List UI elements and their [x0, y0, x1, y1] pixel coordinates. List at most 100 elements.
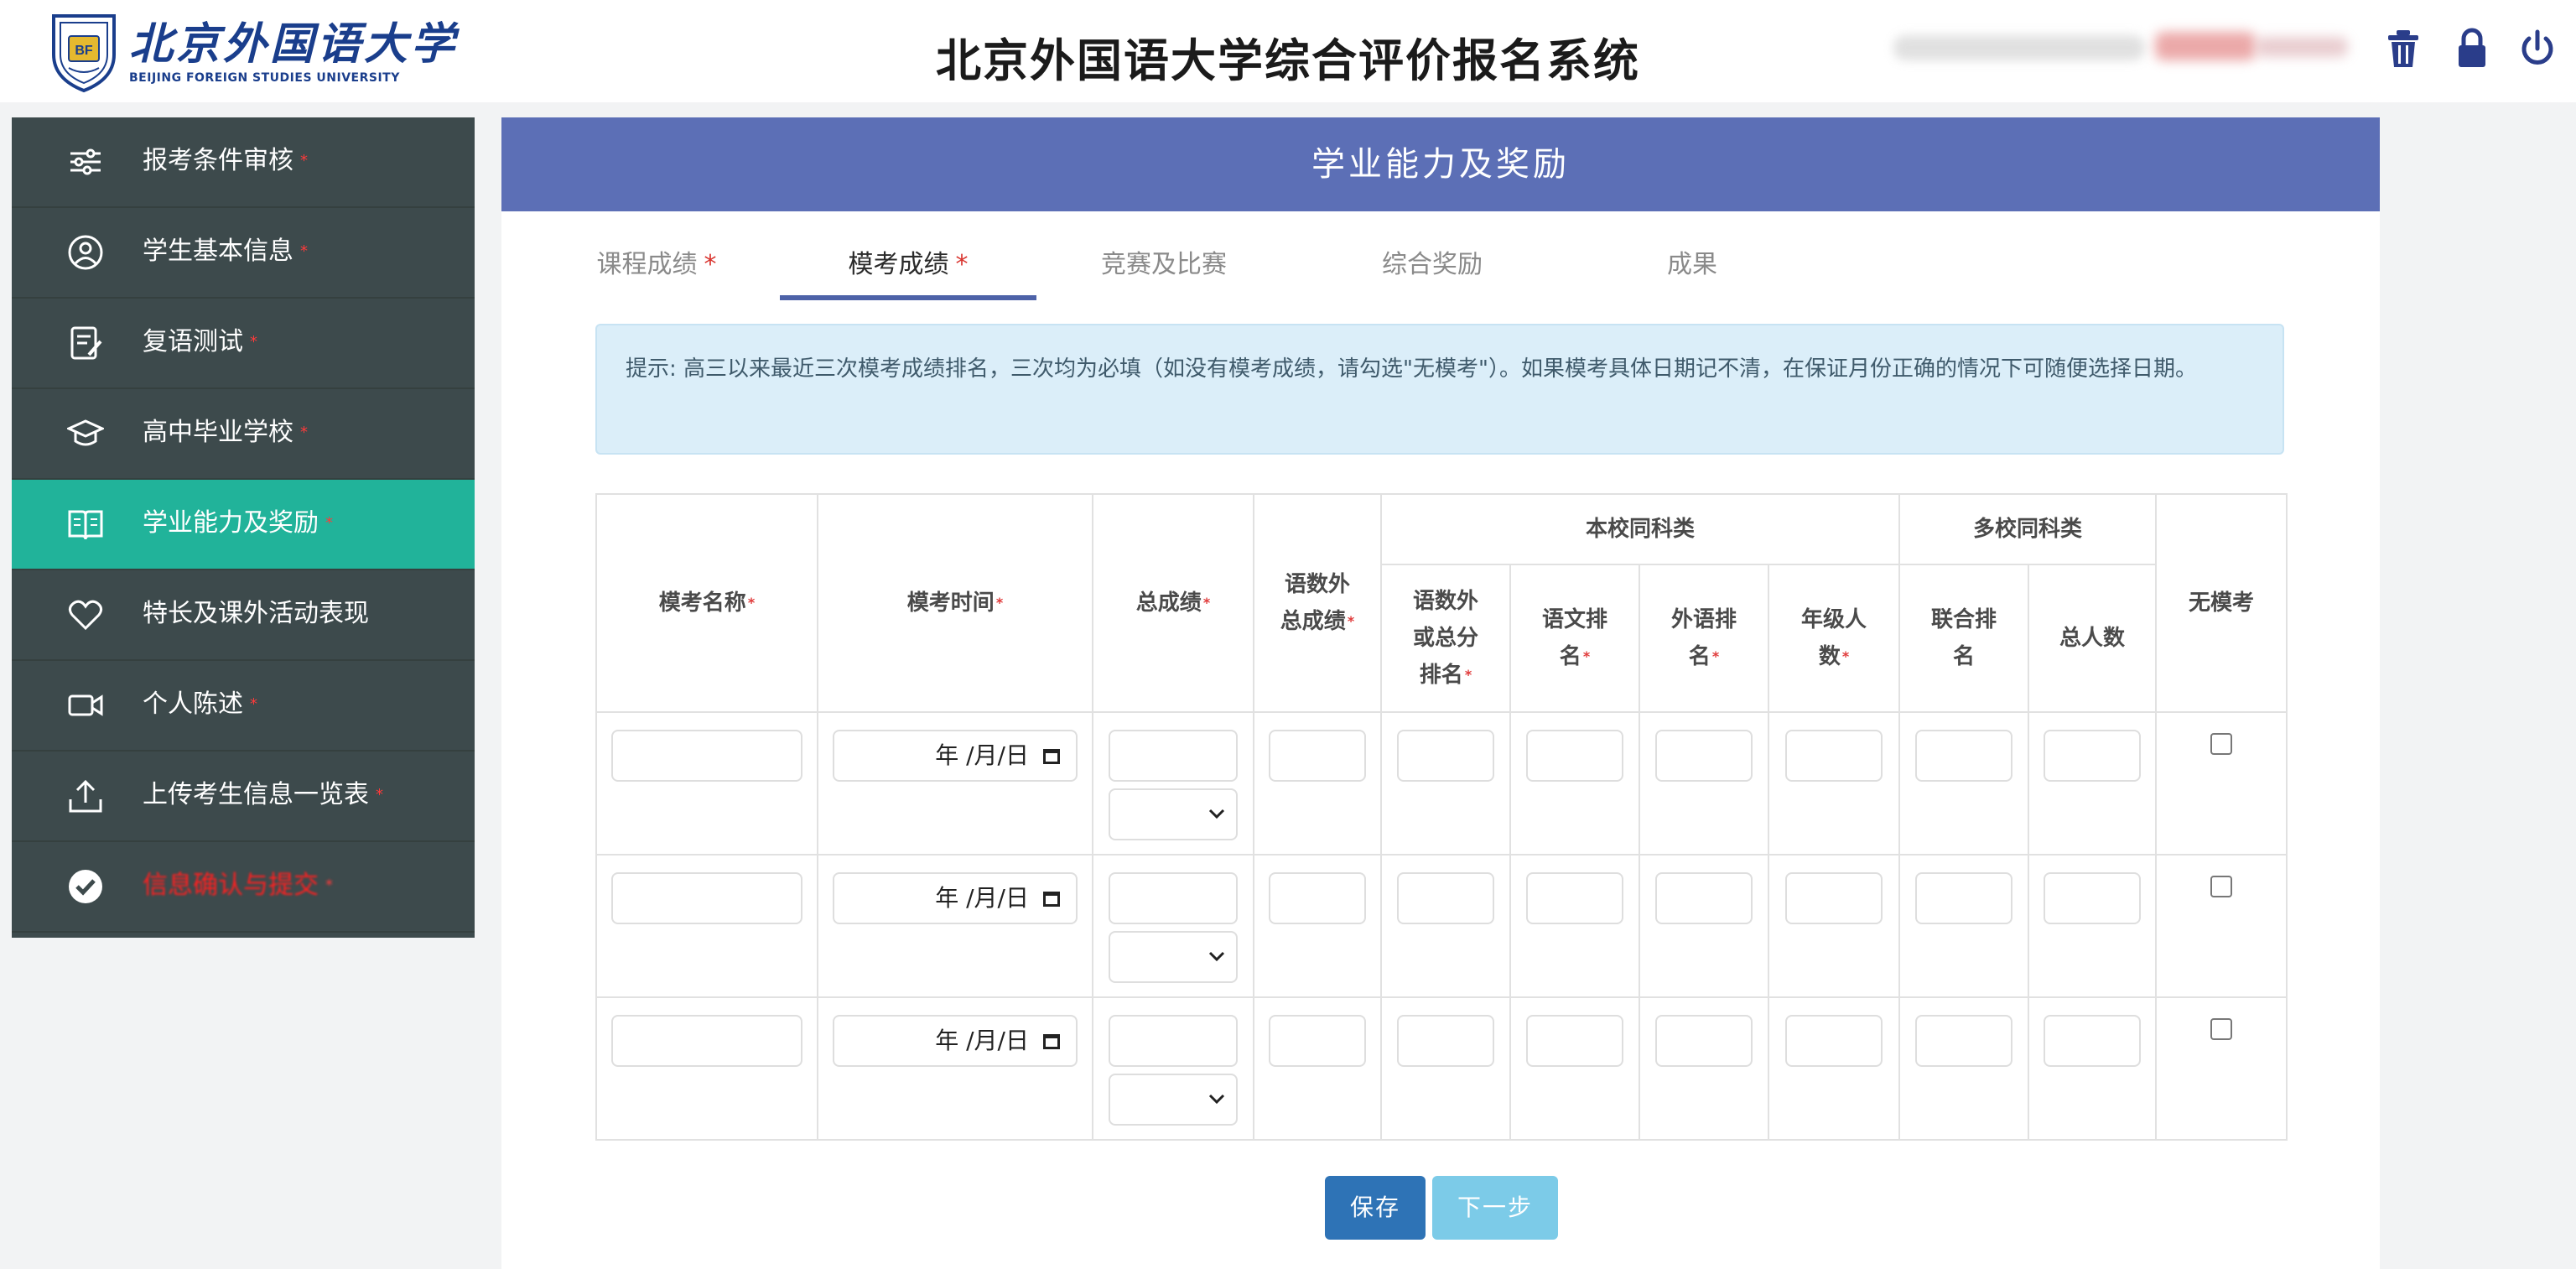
- chinese-rank-input[interactable]: [1526, 730, 1623, 782]
- local-rank-input[interactable]: [1397, 730, 1494, 782]
- no-exam-checkbox[interactable]: [2210, 733, 2233, 755]
- video-icon: [68, 694, 103, 716]
- sidebar-item-label: 高中毕业学校: [143, 418, 293, 447]
- redacted-user-info: [2155, 32, 2256, 60]
- header-local-rank: 语数外 或总分 排名 *: [1380, 564, 1511, 713]
- required-mark: *: [955, 250, 969, 279]
- header-exam-name: 模考名称 *: [595, 493, 818, 713]
- sidebar-item-label: 特长及课外活动表现: [143, 599, 369, 628]
- sidebar-item-language-test[interactable]: 复语测试 *: [12, 299, 475, 389]
- score-select[interactable]: [1109, 931, 1238, 983]
- no-exam-checkbox[interactable]: [2210, 1018, 2233, 1040]
- sidebar-item-label: 学生基本信息: [143, 237, 293, 266]
- sidebar-item-personal-statement[interactable]: 个人陈述 *: [12, 661, 475, 752]
- foreign-rank-input[interactable]: [1655, 872, 1753, 924]
- score-select[interactable]: [1109, 1074, 1238, 1126]
- required-mark: *: [300, 152, 308, 169]
- sidebar-item-label: 报考条件审核: [143, 146, 293, 175]
- redacted-user-info: [1893, 35, 2145, 60]
- local-rank-input[interactable]: [1397, 872, 1494, 924]
- exam-name-input[interactable]: [611, 872, 802, 924]
- trash-icon[interactable]: [2383, 27, 2423, 70]
- header-total-score: 总成绩 *: [1092, 493, 1254, 713]
- total-score-input[interactable]: [1109, 730, 1238, 782]
- header-nonforeign-total: 语数外 总成绩 *: [1253, 493, 1382, 713]
- lock-icon[interactable]: [2452, 27, 2492, 70]
- tab-competitions[interactable]: 竞赛及比赛: [1080, 235, 1248, 295]
- grade-count-input[interactable]: [1785, 872, 1883, 924]
- tab-comprehensive-awards[interactable]: 综合奖励: [1357, 235, 1508, 295]
- chinese-rank-input[interactable]: [1526, 1015, 1623, 1067]
- total-count-input[interactable]: [2044, 1015, 2142, 1067]
- next-step-button[interactable]: 下一步: [1432, 1176, 1558, 1240]
- top-header: BF 北京外国语大学 BEIJING FOREIGN STUDIES UNIVE…: [0, 0, 2576, 102]
- sidebar-item-talents-activities[interactable]: 特长及课外活动表现: [12, 570, 475, 661]
- required-mark: *: [300, 242, 308, 260]
- required-mark: *: [325, 514, 333, 532]
- table-row: 年 /月/日: [595, 711, 2288, 856]
- upload-icon: [69, 779, 102, 813]
- header-grade-count: 年级人数 *: [1767, 564, 1901, 713]
- header-group-multi: 多校同科类: [1898, 493, 2158, 565]
- chevron-down-icon: [1208, 951, 1225, 962]
- sidebar-item-confirm-submit[interactable]: 信息确认与提交 *: [12, 842, 475, 933]
- exam-name-input[interactable]: [611, 730, 802, 782]
- calendar-icon: [1043, 749, 1060, 764]
- sidebar-item-label: 信息确认与提交: [143, 871, 319, 900]
- foreign-rank-input[interactable]: [1655, 730, 1753, 782]
- sidebar-item-high-school[interactable]: 高中毕业学校 *: [12, 389, 475, 480]
- total-score-input[interactable]: [1109, 1015, 1238, 1067]
- nonforeign-total-input[interactable]: [1269, 1015, 1366, 1067]
- power-icon[interactable]: [2517, 27, 2558, 70]
- grade-count-input[interactable]: [1785, 1015, 1883, 1067]
- save-button[interactable]: 保存: [1325, 1176, 1426, 1240]
- required-mark: *: [376, 786, 383, 804]
- grade-count-input[interactable]: [1785, 730, 1883, 782]
- header-total-count: 总人数: [2028, 564, 2158, 713]
- score-select[interactable]: [1109, 788, 1238, 840]
- tab-label: 综合奖励: [1382, 250, 1483, 279]
- joint-rank-input[interactable]: [1915, 1015, 2013, 1067]
- tab-label: 成果: [1667, 250, 1717, 279]
- exam-date-input[interactable]: 年 /月/日: [833, 1015, 1078, 1067]
- exam-date-input[interactable]: 年 /月/日: [833, 872, 1078, 924]
- notice-box: 提示: 高三以来最近三次模考成绩排名，三次均为必填（如没有模考成绩，请勾选"无模…: [595, 324, 2284, 455]
- sidebar-nav: 报考条件审核 * 学生基本信息 * 复语测试 * 高中毕业学校 * 学业能力及奖…: [12, 117, 475, 938]
- panel-title: 学业能力及奖励: [501, 117, 2380, 211]
- chinese-rank-input[interactable]: [1526, 872, 1623, 924]
- local-rank-input[interactable]: [1397, 1015, 1494, 1067]
- user-circle-icon: [68, 235, 103, 270]
- header-exam-time: 模考时间 *: [817, 493, 1093, 713]
- foreign-rank-input[interactable]: [1655, 1015, 1753, 1067]
- required-mark: *: [300, 424, 308, 441]
- exam-name-input[interactable]: [611, 1015, 802, 1067]
- tab-achievements[interactable]: 成果: [1642, 235, 1742, 295]
- sidebar-item-upload-info[interactable]: 上传考生信息一览表 *: [12, 752, 475, 842]
- sidebar-item-eligibility-review[interactable]: 报考条件审核 *: [12, 117, 475, 208]
- sidebar-item-academic-awards[interactable]: 学业能力及奖励 *: [12, 480, 475, 570]
- tab-label: 竞赛及比赛: [1101, 250, 1227, 279]
- tab-label: 模考成绩: [848, 250, 949, 279]
- required-mark: *: [250, 695, 257, 713]
- total-score-input[interactable]: [1109, 872, 1238, 924]
- header-chinese-rank: 语文排名 *: [1509, 564, 1640, 713]
- nonforeign-total-input[interactable]: [1269, 730, 1366, 782]
- graduation-cap-icon: [67, 419, 104, 446]
- total-count-input[interactable]: [2044, 730, 2142, 782]
- joint-rank-input[interactable]: [1915, 730, 2013, 782]
- sidebar-item-label: 复语测试: [143, 327, 243, 356]
- sidebar-item-basic-info[interactable]: 学生基本信息 *: [12, 208, 475, 299]
- header-joint-rank: 联合排名: [1898, 564, 2030, 713]
- tab-course-grades[interactable]: 课程成绩 *: [577, 235, 736, 295]
- sidebar-item-label: 个人陈述: [143, 689, 243, 719]
- tab-mock-exam-grades[interactable]: 模考成绩 *: [780, 235, 1036, 300]
- chevron-down-icon: [1208, 809, 1225, 819]
- joint-rank-input[interactable]: [1915, 872, 2013, 924]
- required-mark: *: [704, 250, 717, 279]
- table-row: 年 /月/日: [595, 996, 2288, 1141]
- total-count-input[interactable]: [2044, 872, 2142, 924]
- no-exam-checkbox[interactable]: [2210, 876, 2233, 897]
- exam-date-input[interactable]: 年 /月/日: [833, 730, 1078, 782]
- nonforeign-total-input[interactable]: [1269, 872, 1366, 924]
- check-circle-icon: [69, 870, 102, 903]
